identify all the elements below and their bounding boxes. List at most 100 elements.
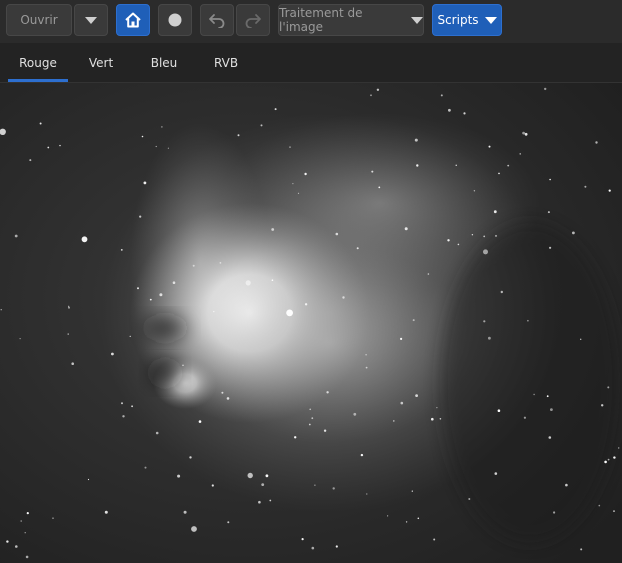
star bbox=[601, 404, 604, 407]
star bbox=[292, 183, 294, 185]
open-dropdown-button[interactable] bbox=[74, 4, 108, 36]
star bbox=[121, 402, 123, 405]
image-processing-dropdown[interactable]: Traitement de l'image bbox=[278, 4, 424, 36]
star bbox=[308, 423, 311, 426]
star bbox=[524, 132, 528, 136]
star bbox=[159, 293, 163, 297]
toolbar: Ouvrir Traitement de l'image Scripts bbox=[0, 0, 622, 43]
star bbox=[311, 417, 314, 420]
star bbox=[498, 172, 500, 175]
star bbox=[440, 94, 443, 97]
star bbox=[595, 141, 598, 144]
star bbox=[294, 436, 297, 439]
star bbox=[271, 279, 274, 281]
star bbox=[376, 88, 380, 91]
star bbox=[286, 309, 293, 317]
star bbox=[412, 319, 415, 322]
star bbox=[494, 472, 498, 475]
star bbox=[167, 147, 169, 149]
star bbox=[144, 466, 147, 469]
undo-icon bbox=[209, 14, 225, 28]
star bbox=[155, 431, 159, 435]
star bbox=[111, 352, 114, 356]
tab-bleu[interactable]: Bleu bbox=[136, 43, 192, 83]
star bbox=[19, 338, 21, 340]
star bbox=[227, 521, 230, 524]
star bbox=[67, 333, 69, 335]
star bbox=[495, 234, 497, 237]
star bbox=[342, 296, 345, 299]
star bbox=[604, 460, 607, 464]
star bbox=[6, 540, 9, 543]
star bbox=[565, 483, 568, 487]
star bbox=[129, 335, 131, 337]
star bbox=[523, 416, 527, 419]
redo-button[interactable] bbox=[236, 4, 270, 36]
star bbox=[360, 453, 364, 457]
star bbox=[68, 305, 70, 307]
star bbox=[311, 546, 315, 550]
star bbox=[533, 393, 535, 396]
star bbox=[549, 178, 551, 181]
star bbox=[104, 510, 108, 514]
star bbox=[26, 512, 29, 515]
star bbox=[68, 306, 70, 309]
star bbox=[39, 122, 42, 125]
star bbox=[400, 337, 403, 340]
star bbox=[427, 273, 430, 275]
record-button[interactable] bbox=[158, 4, 192, 36]
tab-label: Vert bbox=[88, 56, 114, 70]
star bbox=[483, 235, 486, 238]
undo-button[interactable] bbox=[200, 4, 234, 36]
star bbox=[370, 94, 372, 97]
star bbox=[493, 210, 497, 214]
star bbox=[371, 170, 374, 173]
star bbox=[608, 189, 611, 192]
star bbox=[141, 135, 144, 138]
star bbox=[198, 420, 202, 423]
star bbox=[182, 364, 184, 366]
star bbox=[497, 409, 501, 413]
star bbox=[59, 144, 61, 147]
star bbox=[548, 436, 552, 439]
star bbox=[323, 429, 327, 432]
star bbox=[258, 500, 261, 504]
star bbox=[488, 336, 491, 340]
circle-icon bbox=[168, 13, 182, 27]
star bbox=[172, 281, 176, 284]
tab-rvb[interactable]: RVB bbox=[200, 43, 252, 83]
star bbox=[447, 239, 450, 242]
chevron-down-icon bbox=[484, 16, 497, 24]
star bbox=[137, 287, 139, 290]
star bbox=[353, 412, 357, 416]
star bbox=[463, 112, 466, 115]
star bbox=[81, 236, 88, 243]
star bbox=[304, 172, 307, 176]
star bbox=[29, 159, 32, 162]
star bbox=[261, 483, 265, 486]
star bbox=[507, 164, 510, 167]
star bbox=[0, 309, 2, 311]
star bbox=[189, 456, 192, 459]
star bbox=[546, 395, 549, 398]
star bbox=[356, 247, 359, 250]
star bbox=[237, 134, 240, 137]
star bbox=[289, 146, 291, 148]
star bbox=[387, 515, 389, 517]
star bbox=[332, 487, 335, 490]
image-viewer[interactable] bbox=[0, 83, 622, 563]
star bbox=[618, 447, 620, 449]
star bbox=[274, 108, 277, 111]
star bbox=[436, 407, 438, 409]
star bbox=[483, 249, 488, 255]
star bbox=[213, 310, 215, 313]
channel-tabs: Rouge Vert Bleu RVB bbox=[0, 43, 622, 83]
tab-rouge[interactable]: Rouge bbox=[8, 43, 68, 83]
open-button[interactable]: Ouvrir bbox=[6, 4, 72, 36]
home-button[interactable] bbox=[116, 4, 150, 36]
star bbox=[365, 366, 368, 369]
tab-vert[interactable]: Vert bbox=[76, 43, 126, 83]
scripts-dropdown[interactable]: Scripts bbox=[432, 4, 502, 36]
star bbox=[448, 108, 451, 112]
star bbox=[161, 126, 163, 128]
